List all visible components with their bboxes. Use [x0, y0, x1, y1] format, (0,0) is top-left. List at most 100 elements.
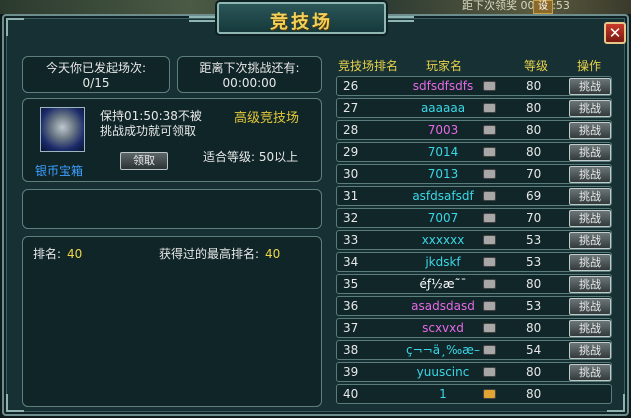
challenge-button[interactable]: 挑战	[569, 276, 611, 293]
title-ornament	[388, 16, 414, 22]
row-rank: 38	[343, 343, 359, 357]
row-level: 80	[526, 123, 542, 137]
reward-condition: 保持01:50:38不被 挑战成功就可领取	[100, 109, 230, 139]
player-info-icon[interactable]	[483, 367, 496, 377]
table-row: 30 7013 70 挑战	[336, 164, 612, 184]
row-level: 80	[526, 79, 542, 93]
header-level: 等级	[524, 59, 549, 73]
arena-name: 高级竞技场	[234, 111, 300, 126]
header-rank: 竞技场排名	[338, 59, 399, 73]
row-level: 69	[526, 189, 542, 203]
header-player: 玩家名	[426, 59, 463, 73]
header-action: 操作	[577, 59, 602, 73]
challenge-button[interactable]: 挑战	[569, 254, 611, 271]
challenge-button[interactable]: 挑战	[569, 298, 611, 315]
player-info-icon[interactable]	[483, 103, 496, 113]
row-rank: 32	[343, 211, 359, 225]
table-row: 40 1 80	[336, 384, 612, 404]
claim-button[interactable]: 领取	[120, 152, 168, 170]
row-level: 53	[526, 233, 542, 247]
player-info-icon[interactable]	[483, 147, 496, 157]
player-info-icon[interactable]	[483, 213, 496, 223]
reward-condition-line2: 挑战成功就可领取	[100, 124, 197, 138]
challenge-button[interactable]: 挑战	[569, 122, 611, 139]
table-row: 26 sdfsdfsdfs 80 挑战	[336, 76, 612, 96]
challenge-button[interactable]: 挑战	[569, 78, 611, 95]
challenge-button[interactable]: 挑战	[569, 210, 611, 227]
challenge-button[interactable]: 挑战	[569, 144, 611, 161]
window-title: 竞技场	[270, 12, 333, 33]
player-info-icon[interactable]	[483, 389, 496, 399]
player-info-icon[interactable]	[483, 257, 496, 267]
table-row: 29 7014 80 挑战	[336, 142, 612, 162]
close-button[interactable]: ✕	[604, 22, 626, 44]
stats-panel: 排名: 40 获得过的最高排名: 40	[22, 236, 322, 407]
cooldown-value: 00:00:00	[222, 76, 277, 90]
row-level: 53	[526, 299, 542, 313]
player-info-icon[interactable]	[483, 301, 496, 311]
window-title-plate: 竞技场	[189, 2, 414, 34]
background-reward-timer: 距下次领奖 00:06:53	[462, 0, 570, 12]
row-rank: 27	[343, 101, 359, 115]
row-rank: 34	[343, 255, 359, 269]
level-requirement: 适合等级: 50以上	[203, 150, 299, 164]
player-info-icon[interactable]	[483, 235, 496, 245]
message-panel	[22, 189, 322, 229]
player-info-icon[interactable]	[483, 345, 496, 355]
best-rank: 获得过的最高排名: 40	[159, 245, 280, 262]
row-level: 80	[526, 387, 542, 401]
player-info-icon[interactable]	[483, 279, 496, 289]
row-rank: 36	[343, 299, 359, 313]
player-info-icon[interactable]	[483, 323, 496, 333]
challenge-button[interactable]: 挑战	[569, 320, 611, 337]
challenge-count-value: 0/15	[82, 76, 110, 90]
reward-condition-line1: 保持01:50:38不被	[100, 109, 202, 123]
challenge-button[interactable]: 挑战	[569, 166, 611, 183]
ranking-table: 竞技场排名 玩家名 等级 操作 26 sdfsdfsdfs 80 挑战 27 aaaaaa…	[336, 56, 612, 408]
row-rank: 33	[343, 233, 359, 247]
player-info-icon[interactable]	[483, 191, 496, 201]
challenge-button[interactable]: 挑战	[569, 100, 611, 117]
challenge-button[interactable]: 挑战	[569, 342, 611, 359]
table-row: 38 ç¬¬ä¸‰æ– 54 挑战	[336, 340, 612, 360]
row-rank: 40	[343, 387, 359, 401]
row-rank: 39	[343, 365, 359, 379]
row-level: 80	[526, 365, 542, 379]
table-row: 33 xxxxxx 53 挑战	[336, 230, 612, 250]
row-rank: 30	[343, 167, 359, 181]
player-info-icon[interactable]	[483, 81, 496, 91]
current-rank-value: 40	[67, 247, 83, 261]
row-rank: 35	[343, 277, 359, 291]
challenge-button[interactable]: 挑战	[569, 232, 611, 249]
challenge-count-panel: 今天你已发起场次: 0/15	[22, 56, 170, 93]
ranking-table-header: 竞技场排名 玩家名 等级 操作	[336, 56, 612, 73]
table-row: 35 éƒ½æ˜¯ 80 挑战	[336, 274, 612, 294]
row-level: 80	[526, 321, 542, 335]
table-row: 31 asfdsafsdf 69 挑战	[336, 186, 612, 206]
table-row: 27 aaaaaa 80 挑战	[336, 98, 612, 118]
player-info-icon[interactable]	[483, 125, 496, 135]
background-settings-button[interactable]: 设	[533, 0, 553, 14]
best-rank-value: 40	[265, 247, 281, 261]
table-row: 28 7003 80 挑战	[336, 120, 612, 140]
challenge-button[interactable]: 挑战	[569, 188, 611, 205]
row-level: 70	[526, 167, 542, 181]
cooldown-panel: 距离下次挑战还有: 00:00:00	[177, 56, 322, 93]
reward-panel: 银币宝箱 保持01:50:38不被 挑战成功就可领取 领取 高级竞技场 适合等级…	[22, 98, 322, 182]
row-rank: 37	[343, 321, 359, 335]
row-level: 53	[526, 255, 542, 269]
row-level: 70	[526, 211, 542, 225]
row-rank: 26	[343, 79, 359, 93]
challenge-button[interactable]: 挑战	[569, 364, 611, 381]
cooldown-label: 距离下次挑战还有:	[199, 61, 300, 75]
row-rank: 31	[343, 189, 359, 203]
silver-chest-icon	[40, 107, 85, 152]
challenge-count-label: 今天你已发起场次:	[45, 61, 147, 75]
player-info-icon[interactable]	[483, 169, 496, 179]
table-row: 39 yuuscinc 80 挑战	[336, 362, 612, 382]
frame-corner	[6, 18, 24, 36]
table-row: 34 jkdskf 53 挑战	[336, 252, 612, 272]
chest-label: 银币宝箱	[35, 164, 84, 178]
table-row: 32 7007 70 挑战	[336, 208, 612, 228]
table-row: 37 scxvxd 80 挑战	[336, 318, 612, 338]
